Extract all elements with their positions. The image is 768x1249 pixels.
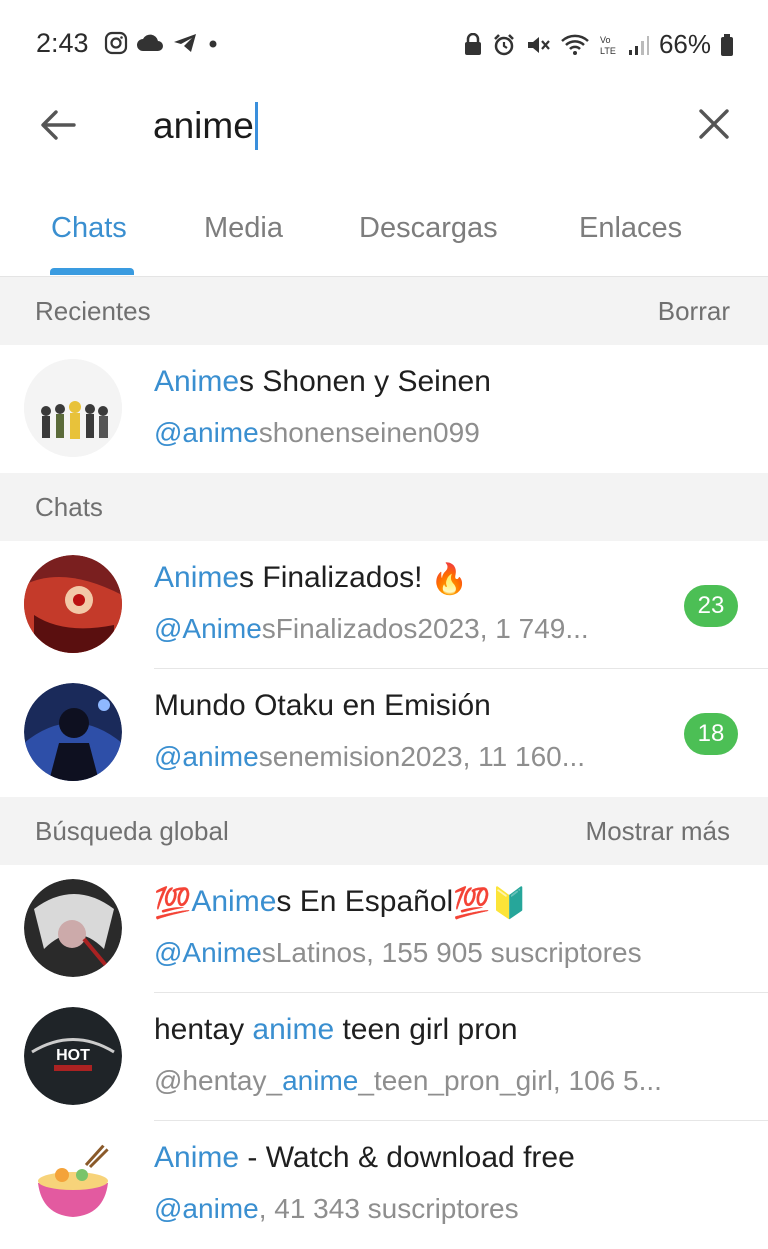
tab-media[interactable]: Media bbox=[204, 212, 283, 245]
signal-icon bbox=[628, 35, 649, 55]
wifi-icon bbox=[561, 34, 589, 55]
dot-icon bbox=[209, 40, 217, 48]
alarm-icon bbox=[494, 33, 514, 55]
chat-username: @hentay_anime_teen_pron_girl, 106 5... bbox=[154, 1065, 662, 1096]
chat-username: @animesenemision2023, 11 160... bbox=[154, 741, 586, 772]
tab-descargas[interactable]: Descargas bbox=[359, 212, 498, 245]
battery-percent: 66% bbox=[658, 29, 711, 59]
section-title: Búsqueda global bbox=[35, 816, 229, 846]
list-item[interactable]: Animes Shonen y Seinen @animeshonenseine… bbox=[0, 345, 768, 473]
avatar bbox=[24, 879, 122, 977]
close-icon[interactable] bbox=[694, 104, 734, 144]
beginner-icon: 💯🔰 bbox=[453, 886, 528, 920]
tab-enlaces[interactable]: Enlaces bbox=[579, 212, 682, 245]
avatar bbox=[24, 359, 122, 457]
unread-badge: 18 bbox=[684, 713, 738, 755]
hundred-icon: 💯 bbox=[154, 886, 192, 920]
fire-icon: 🔥 bbox=[430, 562, 469, 596]
status-time: 2:43 bbox=[36, 28, 89, 58]
section-header-chats: Chats bbox=[0, 473, 768, 541]
status-bar: 2:43 Vo LTE 66% bbox=[0, 0, 768, 90]
svg-text:LTE: LTE bbox=[600, 46, 616, 56]
search-query-text: anime bbox=[153, 105, 254, 146]
chat-title: Anime - Watch & download free bbox=[154, 1141, 575, 1174]
lock-icon bbox=[464, 32, 481, 55]
chat-username: @AnimesFinalizados2023, 1 749... bbox=[154, 613, 589, 644]
search-header: anime bbox=[0, 80, 768, 170]
text-cursor bbox=[254, 102, 258, 150]
cloud-icon bbox=[137, 34, 163, 51]
clear-recent-button[interactable]: Borrar bbox=[658, 296, 730, 327]
section-header-recent: Recientes Borrar bbox=[0, 277, 768, 345]
avatar bbox=[24, 1135, 122, 1233]
search-input[interactable]: anime bbox=[153, 102, 258, 150]
tab-chats[interactable]: Chats bbox=[51, 212, 127, 245]
search-tabs: Chats Media Descargas Enlaces bbox=[0, 190, 768, 277]
section-title: Recientes bbox=[35, 296, 151, 326]
list-item[interactable]: HOT hentay anime teen girl pron @hentay_… bbox=[0, 993, 768, 1121]
chat-title: Animes Shonen y Seinen bbox=[154, 365, 491, 398]
chat-username: @anime, 41 343 suscriptores bbox=[154, 1193, 519, 1224]
section-header-global: Búsqueda global Mostrar más bbox=[0, 797, 768, 865]
avatar: HOT bbox=[24, 1007, 122, 1105]
battery-icon bbox=[721, 33, 733, 56]
unread-badge: 23 bbox=[684, 585, 738, 627]
chat-username: @animeshonenseinen099 bbox=[154, 417, 480, 448]
chat-title: Animes Finalizados! 🔥 bbox=[154, 561, 469, 596]
back-arrow-icon[interactable] bbox=[36, 102, 82, 148]
chat-username: @AnimesLatinos, 155 905 suscriptores bbox=[154, 937, 642, 968]
avatar bbox=[24, 683, 122, 781]
list-item[interactable]: Mundo Otaku en Emisión @animesenemision2… bbox=[0, 669, 768, 797]
chat-title: 💯Animes En Español💯🔰 bbox=[154, 885, 528, 920]
chat-title: Mundo Otaku en Emisión bbox=[154, 689, 491, 722]
show-more-button[interactable]: Mostrar más bbox=[586, 816, 730, 847]
telegram-icon bbox=[174, 34, 196, 52]
section-title: Chats bbox=[35, 492, 103, 522]
svg-text:HOT: HOT bbox=[56, 1047, 90, 1064]
list-item[interactable]: Animes Finalizados! 🔥 @AnimesFinalizados… bbox=[0, 541, 768, 669]
avatar bbox=[24, 555, 122, 653]
volte-icon: Vo LTE bbox=[600, 35, 616, 56]
svg-text:Vo: Vo bbox=[600, 35, 611, 45]
instagram-icon bbox=[104, 31, 128, 55]
active-tab-indicator bbox=[50, 268, 134, 275]
chat-title: hentay anime teen girl pron bbox=[154, 1013, 518, 1046]
list-item[interactable]: Anime - Watch & download free @anime, 41… bbox=[0, 1121, 768, 1249]
list-item[interactable]: 💯Animes En Español💯🔰 @AnimesLatinos, 155… bbox=[0, 865, 768, 993]
mute-icon bbox=[527, 36, 550, 53]
